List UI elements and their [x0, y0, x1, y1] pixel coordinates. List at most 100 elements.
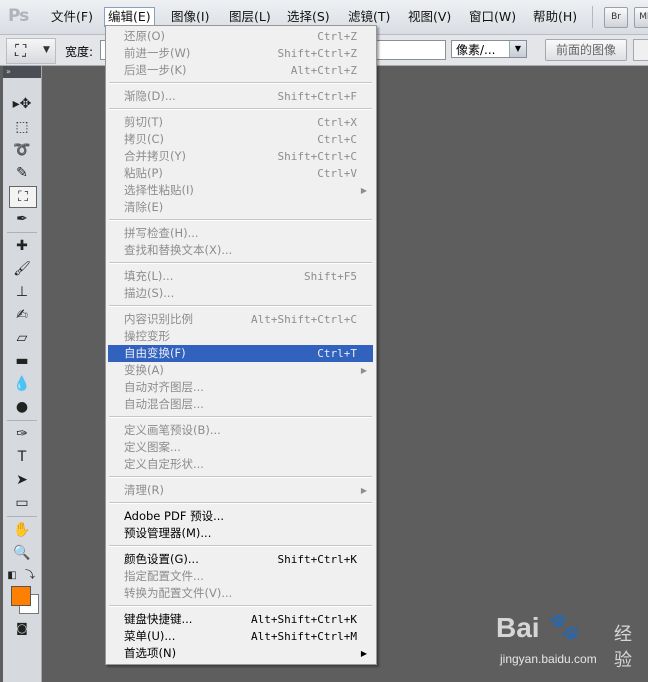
menu-item-keyboard-shortcuts[interactable]: 键盘快捷键... Alt+Shift+Ctrl+K — [108, 611, 373, 628]
eraser-tool-icon[interactable]: ▱ — [9, 328, 35, 348]
history-brush-tool-icon[interactable]: ✍ — [9, 305, 35, 325]
menu-item-assign-profile[interactable]: 指定配置文件... — [108, 568, 373, 585]
menu-item-auto-blend-layers[interactable]: 自动混合图层... — [108, 396, 373, 413]
menu-item-fade[interactable]: 渐隐(D)... Shift+Ctrl+F — [108, 88, 373, 105]
menu-separator — [109, 502, 372, 504]
menu-filter[interactable]: 滤镜(T) — [345, 8, 393, 26]
lasso-tool-icon[interactable]: ➰ — [9, 140, 35, 160]
quick-selection-tool-icon[interactable]: ✎ — [9, 163, 35, 183]
resolution-input[interactable] — [374, 40, 446, 60]
submenu-arrow-icon: ▶ — [360, 649, 367, 658]
menu-layer[interactable]: 图层(L) — [226, 8, 274, 26]
blur-tool-icon[interactable]: 💧 — [9, 374, 35, 394]
menu-item-convert-profile[interactable]: 转换为配置文件(V)... — [108, 585, 373, 602]
menu-item-color-settings[interactable]: 颜色设置(G)... Shift+Ctrl+K — [108, 551, 373, 568]
menu-window[interactable]: 窗口(W) — [466, 8, 519, 26]
menu-item-check-spelling[interactable]: 拼写检查(H)... — [108, 225, 373, 242]
brush-tool-icon[interactable]: 🖌 — [9, 259, 35, 279]
menu-separator — [109, 219, 372, 221]
menu-item-content-aware-scale[interactable]: 内容识别比例 Alt+Shift+Ctrl+C — [108, 311, 373, 328]
shape-tool-icon[interactable]: ▭ — [9, 493, 35, 513]
menu-item-define-shape[interactable]: 定义自定形状... — [108, 456, 373, 473]
menu-item-stroke[interactable]: 描边(S)... — [108, 285, 373, 302]
photoshop-logo: Ps — [8, 6, 29, 26]
submenu-arrow-icon: ▶ — [360, 486, 367, 495]
dodge-tool-icon[interactable]: ● — [9, 397, 35, 417]
menubar-divider — [592, 6, 593, 28]
marquee-tool-icon[interactable]: ⬚ — [9, 117, 35, 137]
menu-item-preferences[interactable]: 首选项(N) ▶ — [108, 645, 373, 662]
clear-button[interactable] — [633, 39, 648, 61]
resolution-unit-value: 像素/... — [456, 43, 496, 57]
baidu-jingyan-watermark: Bai 🐾 经验 jingyan.baidu.com — [496, 606, 646, 676]
menu-item-menus[interactable]: 菜单(U)... Alt+Shift+Ctrl+M — [108, 628, 373, 645]
watermark-jingyan: 经验 — [614, 624, 632, 671]
edit-menu-dropdown: 还原(O) Ctrl+Z 前进一步(W) Shift+Ctrl+Z 后退一步(K) A… — [105, 25, 377, 665]
chevron-down-icon: ▼ — [43, 45, 50, 55]
menu-item-step-backward[interactable]: 后退一步(K) Alt+Ctrl+Z — [108, 62, 373, 79]
menu-item-copy-merged[interactable]: 合并拷贝(Y) Shift+Ctrl+C — [108, 148, 373, 165]
hand-tool-icon[interactable]: ✋ — [9, 520, 35, 540]
swap-colors-icon[interactable]: ⤵ — [23, 566, 37, 586]
menu-image[interactable]: 图像(I) — [168, 8, 212, 26]
menu-separator — [109, 262, 372, 264]
menu-separator — [109, 82, 372, 84]
menu-item-undo[interactable]: 还原(O) Ctrl+Z — [108, 28, 373, 45]
quick-mask-icon[interactable]: ◙ — [9, 618, 35, 638]
zoom-tool-icon[interactable]: 🔍 — [9, 543, 35, 563]
menu-item-adobe-pdf-presets[interactable]: Adobe PDF 预设... — [108, 508, 373, 525]
menu-item-preset-manager[interactable]: 预设管理器(M)... — [108, 525, 373, 542]
menu-item-step-forward[interactable]: 前进一步(W) Shift+Ctrl+Z — [108, 45, 373, 62]
menu-item-transform[interactable]: 变换(A) ▶ — [108, 362, 373, 379]
paw-icon: 🐾 — [548, 612, 581, 642]
mini-bridge-button[interactable]: Mb — [634, 7, 648, 28]
move-tool-icon[interactable]: ▸✥ — [9, 94, 35, 114]
foreground-color-swatch[interactable] — [11, 586, 31, 606]
menu-separator — [109, 545, 372, 547]
menu-separator — [109, 605, 372, 607]
menu-item-cut[interactable]: 剪切(T) Ctrl+X — [108, 114, 373, 131]
default-colors-icon[interactable]: ◧ — [5, 566, 19, 586]
menu-select[interactable]: 选择(S) — [284, 8, 333, 26]
bridge-button[interactable]: Br — [604, 7, 628, 28]
menu-help[interactable]: 帮助(H) — [530, 8, 580, 26]
gradient-tool-icon[interactable]: ▬ — [9, 351, 35, 371]
menu-item-paste-special[interactable]: 选择性粘贴(I) ▶ — [108, 182, 373, 199]
submenu-arrow-icon: ▶ — [360, 366, 367, 375]
submenu-arrow-icon: ▶ — [360, 186, 367, 195]
front-image-button[interactable]: 前面的图像 — [545, 39, 627, 61]
pen-tool-icon[interactable]: ✑ — [9, 424, 35, 444]
tool-preset-picker[interactable]: ⛶ ▼ — [6, 38, 56, 64]
menu-item-fill[interactable]: 填充(L)... Shift+F5 — [108, 268, 373, 285]
crop-icon: ⛶ — [15, 41, 27, 60]
eyedropper-tool-icon[interactable]: ✒ — [9, 209, 35, 229]
healing-brush-tool-icon[interactable]: ✚ — [9, 236, 35, 256]
menu-separator — [109, 476, 372, 478]
menu-item-define-pattern[interactable]: 定义图案... — [108, 439, 373, 456]
menu-item-define-brush[interactable]: 定义画笔预设(B)... — [108, 422, 373, 439]
menu-file[interactable]: 文件(F) — [48, 8, 96, 26]
menu-view[interactable]: 视图(V) — [405, 8, 454, 26]
path-selection-tool-icon[interactable]: ➤ — [9, 470, 35, 490]
crop-tool-icon[interactable]: ⛶ — [9, 186, 37, 208]
tool-divider — [7, 516, 37, 517]
width-label: 宽度: — [65, 45, 94, 59]
watermark-brand: Bai — [496, 612, 540, 643]
menu-item-purge[interactable]: 清理(R) ▶ — [108, 482, 373, 499]
menu-item-free-transform[interactable]: 自由变换(F) Ctrl+T — [108, 345, 373, 362]
panel-collapse-handle[interactable]: » — [3, 66, 41, 78]
type-tool-icon[interactable]: T — [9, 447, 35, 467]
menu-item-copy[interactable]: 拷贝(C) Ctrl+C — [108, 131, 373, 148]
menu-item-paste[interactable]: 粘贴(P) Ctrl+V — [108, 165, 373, 182]
menu-item-auto-align-layers[interactable]: 自动对齐图层... — [108, 379, 373, 396]
chevron-down-icon: ▼ — [509, 41, 526, 57]
watermark-url: jingyan.baidu.com — [500, 652, 597, 666]
resolution-unit-select[interactable]: 像素/... ▼ — [451, 40, 527, 58]
clone-stamp-tool-icon[interactable]: ⊥ — [9, 282, 35, 302]
menu-item-find-replace[interactable]: 查找和替换文本(X)... — [108, 242, 373, 259]
menu-item-clear[interactable]: 清除(E) — [108, 199, 373, 216]
tools-panel: » ▸✥ ⬚ ➰ ✎ ⛶ ✒ ✚ 🖌 ⊥ ✍ ▱ ▬ 💧 ● ✑ T ➤ ▭ ✋… — [3, 66, 42, 682]
tool-divider — [7, 232, 37, 233]
menu-edit[interactable]: 编辑(E) — [104, 7, 155, 27]
menu-item-puppet-warp[interactable]: 操控变形 — [108, 328, 373, 345]
